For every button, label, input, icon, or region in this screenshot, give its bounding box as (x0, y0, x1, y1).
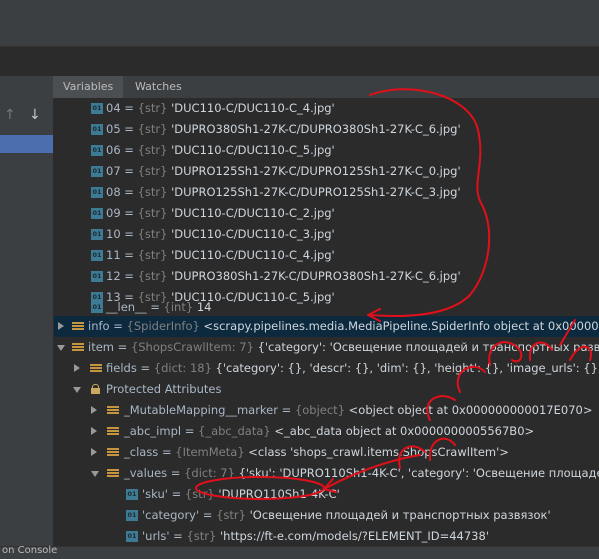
tree-row-item[interactable]: item = {ShopsCrawlItem: 7} {'category': … (54, 337, 599, 358)
collapse-arrow-icon[interactable] (57, 345, 65, 351)
list-item[interactable]: 01 __len__ = {int} 14 (54, 297, 599, 318)
list-item[interactable]: 01 07 = {str} 'DUPRO125Sh1-27K-C/DUPRO12… (54, 161, 599, 182)
tree-row-values[interactable]: _values = {dict: 7} {'sku': 'DUPRO110Sh1… (54, 463, 599, 484)
tab-variables[interactable]: Variables (53, 76, 124, 98)
string-type-icon: 01 (126, 531, 138, 542)
panel-gap (0, 47, 599, 75)
tree-row-info[interactable]: info = {SpiderInfo} <scrapy.pipelines.me… (54, 316, 599, 337)
lock-icon (91, 384, 100, 394)
tree-row-fields[interactable]: fields = {dict: 18} {'category': {}, 'de… (54, 358, 599, 379)
string-type-icon: 01 (91, 271, 103, 282)
list-item[interactable]: 01 12 = {str} 'DUPRO380Sh1-27K-C/DUPRO38… (54, 266, 599, 287)
debug-tabs: Variables Watches (53, 76, 599, 99)
list-item[interactable]: 01 11 = {str} 'DUC110-C/DUC110-C_4.jpg' (54, 245, 599, 266)
list-item[interactable]: 01 06 = {str} 'DUC110-C/DUC110-C_5.jpg' (54, 140, 599, 161)
title-bar (0, 0, 599, 21)
editor-strip (0, 21, 599, 47)
string-type-icon: 01 (91, 229, 103, 240)
list-item[interactable]: 01 10 = {str} 'DUC110-C/DUC110-C_3.jpg' (54, 224, 599, 245)
arrow-down-icon[interactable]: ↓ (29, 107, 41, 123)
tree-row-protected-attributes[interactable]: Protected Attributes (54, 379, 599, 400)
field-icon (72, 321, 84, 332)
tree-row-class[interactable]: _class = {ItemMeta} <class 'shops_crawl.… (54, 442, 599, 463)
field-icon (107, 468, 119, 479)
string-type-icon: 01 (91, 124, 103, 135)
tree-row-sku[interactable]: 01 'sku' = {str} 'DUPRO110Sh1-4K-C' (54, 484, 599, 505)
list-item[interactable]: 01 09 = {str} 'DUC110-C/DUC110-C_2.jpg' (54, 203, 599, 224)
expand-arrow-icon[interactable] (91, 427, 97, 435)
field-icon (107, 426, 119, 437)
frames-panel: ↑ ↓ (0, 76, 54, 546)
field-icon (72, 342, 84, 353)
list-item[interactable]: 01 08 = {str} 'DUPRO125Sh1-27K-C/DUPRO12… (54, 182, 599, 203)
string-type-icon: 01 (91, 250, 103, 261)
collapse-arrow-icon[interactable] (91, 471, 99, 477)
arrow-up-icon[interactable]: ↑ (4, 107, 16, 123)
tree-row-category[interactable]: 01 'category' = {str} 'Освещение площаде… (54, 505, 599, 526)
list-item[interactable]: 01 05 = {str} 'DUPRO380Sh1-27K-C/DUPRO38… (54, 119, 599, 140)
variables-tree: 01 04 = {str} 'DUC110-C/DUC110-C_4.jpg' … (54, 98, 599, 546)
expand-arrow-icon[interactable] (74, 364, 80, 372)
frames-toolbar: ↑ ↓ (0, 104, 53, 130)
tree-row-urls[interactable]: 01 'urls' = {str} 'https://ft-e.com/mode… (54, 526, 599, 546)
tab-watches[interactable]: Watches (125, 76, 192, 98)
collapse-arrow-icon[interactable] (73, 387, 81, 393)
field-icon (90, 363, 102, 374)
field-icon (107, 405, 119, 416)
string-type-icon: 01 (91, 187, 103, 198)
expand-arrow-icon[interactable] (58, 322, 64, 330)
tree-row-abc-impl[interactable]: _abc_impl = {_abc_data} <_abc_data objec… (54, 421, 599, 442)
expand-arrow-icon[interactable] (91, 448, 97, 456)
tree-row-mutable-mapping-marker[interactable]: _MutableMapping__marker = {object} <obje… (54, 400, 599, 421)
string-type-icon: 01 (91, 302, 103, 313)
string-type-icon: 01 (91, 166, 103, 177)
string-type-icon: 01 (91, 145, 103, 156)
string-type-icon: 01 (91, 103, 103, 114)
list-item[interactable]: 01 04 = {str} 'DUC110-C/DUC110-C_4.jpg' (54, 98, 599, 119)
selected-frame[interactable] (0, 135, 53, 153)
string-type-icon: 01 (126, 510, 138, 521)
expand-arrow-icon[interactable] (91, 406, 97, 414)
string-type-icon: 01 (91, 208, 103, 219)
string-type-icon: 01 (126, 489, 138, 500)
bottom-tool-strip: on Console (0, 545, 599, 559)
console-tab[interactable]: on Console (2, 545, 57, 556)
field-icon (107, 447, 119, 458)
